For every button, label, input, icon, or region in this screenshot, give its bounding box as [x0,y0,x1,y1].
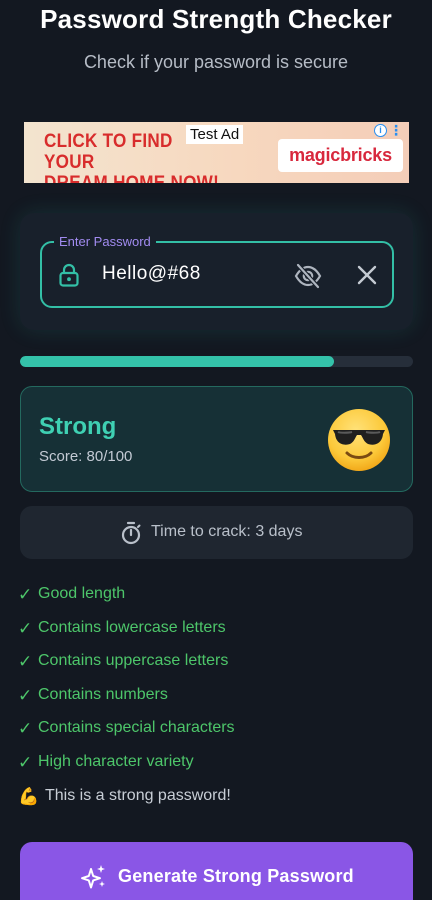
check-mark-icon: ✓ [18,752,33,772]
list-item: ✓ Contains special characters [18,719,235,753]
check-text: High character variety [38,752,194,770]
sparkle-icon [81,865,105,889]
list-item: ✓ High character variety [18,753,235,787]
list-item: ✓ Contains numbers [18,686,235,720]
list-item: ✓ Contains uppercase letters [18,652,235,686]
check-mark-icon: ✓ [18,652,33,672]
check-text: Contains numbers [38,685,168,703]
strength-summary: 💪 This is a strong password! [18,787,235,821]
ad-brand-logo[interactable]: magicbricks [278,139,403,172]
close-icon[interactable] [356,264,378,286]
list-item: ✓ Contains lowercase letters [18,619,235,653]
check-mark-icon: ✓ [18,618,33,638]
list-item: ✓ Good length [18,585,235,619]
flexed-biceps-icon: 💪 [18,786,40,806]
crack-time-panel: Time to crack: 3 days [20,506,413,559]
check-text: Contains uppercase letters [38,652,229,670]
password-input[interactable]: Hello@#68 [102,263,201,285]
generate-password-label: Generate Strong Password [118,866,354,886]
sunglasses-emoji-icon [328,409,390,471]
ad-banner[interactable]: CLICK TO FIND YOUR DREAM HOME NOW! Test … [24,122,409,183]
info-icon[interactable]: i [374,124,387,137]
ad-text-line2: DREAM HOME NOW! [44,173,224,183]
timer-icon [121,521,141,545]
check-text: Contains lowercase letters [38,618,226,636]
summary-text: This is a strong password! [45,786,231,804]
check-text: Contains special characters [38,719,235,737]
strength-progress-fill [20,356,335,367]
lock-icon [59,263,79,287]
check-text: Good length [38,585,126,602]
check-mark-icon: ✓ [18,585,33,604]
ad-test-tag: Test Ad [186,125,244,144]
page-subtitle: Check if your password is secure [83,52,349,72]
more-vertical-icon[interactable]: ⋮ [389,123,403,137]
generate-password-button[interactable]: Generate Strong Password [20,842,413,900]
strength-progress-bar [20,356,413,367]
password-field-label: Enter Password [54,234,156,249]
check-mark-icon: ✓ [18,685,33,705]
check-mark-icon: ✓ [18,719,33,739]
strength-level: Strong [39,413,117,440]
eye-off-icon[interactable] [294,263,322,289]
password-field[interactable]: Enter Password Hello@#68 [40,234,394,308]
strength-score: Score: 80/100 [39,448,133,465]
checks-list: ✓ Good length ✓ Contains lowercase lette… [18,585,235,820]
strength-card: Strong Score: 80/100 [20,386,413,492]
crack-time-text: Time to crack: 3 days [151,523,303,540]
password-card: Enter Password Hello@#68 [20,213,413,330]
page-title: Password Strength Checker [40,4,392,34]
